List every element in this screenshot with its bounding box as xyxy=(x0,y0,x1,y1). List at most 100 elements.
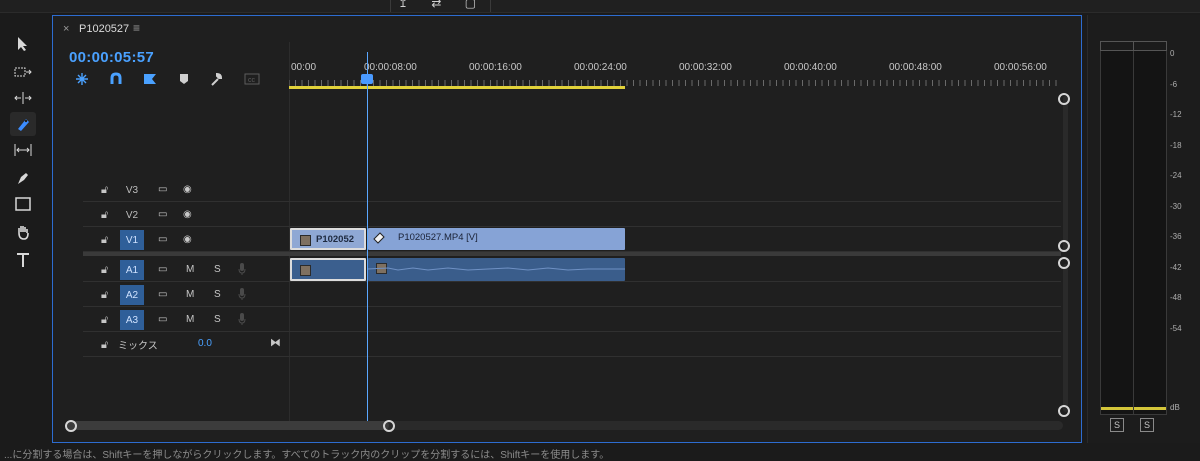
pen-tool-icon[interactable] xyxy=(10,166,36,190)
db-scale-label: -18 xyxy=(1170,140,1182,150)
selection-tool-icon[interactable] xyxy=(10,32,36,56)
track-header-a1: 🔓︎ A1 ▭ M S xyxy=(83,258,289,282)
ruler-tick-label: 00:00 xyxy=(291,62,317,73)
status-hint-text: ...に分割する場合は、Shiftキーを押しながらクリックします。すべてのトラッ… xyxy=(4,450,610,461)
track-name-a2[interactable]: A2 xyxy=(120,285,144,305)
scrollbar-handle[interactable] xyxy=(1058,257,1070,269)
track-header-a3: 🔓︎ A3 ▭ M S xyxy=(83,308,289,332)
horizontal-scroll-thumb[interactable] xyxy=(67,421,389,430)
rectangle-tool-icon[interactable] xyxy=(10,192,36,216)
hand-tool-icon[interactable] xyxy=(10,220,36,244)
linked-selection-icon[interactable] xyxy=(141,72,159,86)
tools-panel xyxy=(0,22,46,442)
mute-button[interactable]: M xyxy=(186,289,194,300)
meter-left xyxy=(1100,41,1134,415)
ruler-tick-label: 00:00:40:00 xyxy=(784,62,837,73)
db-scale-label: -42 xyxy=(1170,262,1182,272)
lock-icon[interactable]: 🔓︎ xyxy=(101,184,108,197)
solo-button[interactable]: S xyxy=(214,264,221,275)
video-vertical-scrollbar[interactable] xyxy=(1063,96,1068,251)
track-name-v1[interactable]: V1 xyxy=(120,230,144,250)
meter-peak-right xyxy=(1133,41,1167,51)
eye-icon[interactable]: ◉ xyxy=(183,209,192,220)
ripple-edit-tool-icon[interactable] xyxy=(10,86,36,110)
track-select-tool-icon[interactable] xyxy=(10,60,36,84)
audio-clip[interactable] xyxy=(368,258,625,281)
microphone-icon[interactable] xyxy=(238,262,246,281)
audio-waveform xyxy=(368,267,625,271)
sync-lock-icon[interactable]: ▭ xyxy=(158,234,167,245)
mute-button[interactable]: M xyxy=(186,314,194,325)
nest-sequence-icon[interactable] xyxy=(73,72,91,86)
track-name-a1[interactable]: A1 xyxy=(120,260,144,280)
eye-icon[interactable]: ◉ xyxy=(183,234,192,245)
scrollbar-handle[interactable] xyxy=(1058,93,1070,105)
meter-level-left xyxy=(1101,407,1133,410)
tab-close-icon[interactable]: × xyxy=(63,23,69,35)
video-clip[interactable]: P1020527.MP4 [V] xyxy=(368,228,625,250)
solo-left-button[interactable]: S xyxy=(1110,418,1124,432)
audio-clip-selected[interactable] xyxy=(290,258,366,281)
db-scale-label: -12 xyxy=(1170,110,1182,119)
track-name-a3[interactable]: A3 xyxy=(120,310,144,330)
top-toolbar-icons[interactable]: ↥ ⇄ ▢ xyxy=(398,0,486,10)
sync-lock-icon[interactable]: ▭ xyxy=(158,184,167,195)
lock-icon[interactable]: 🔓︎ xyxy=(101,339,108,352)
timeline-tab-bar: × P1020527 ≡ xyxy=(53,16,1081,42)
sync-lock-icon[interactable]: ▭ xyxy=(158,289,167,300)
zoom-handle-left[interactable] xyxy=(65,420,77,432)
lock-icon[interactable]: 🔓︎ xyxy=(101,234,108,247)
slip-tool-icon[interactable] xyxy=(10,138,36,162)
video-clip-selected[interactable]: P102052 xyxy=(290,228,366,250)
playhead-line[interactable] xyxy=(367,52,368,424)
audio-vertical-scrollbar[interactable] xyxy=(1063,264,1068,412)
ruler-tick-label: 00:00:08:00 xyxy=(364,62,417,73)
track-name-v3[interactable]: V3 xyxy=(120,180,144,200)
sync-lock-icon[interactable]: ▭ xyxy=(158,209,167,220)
ruler-tick-label: 00:00:24:00 xyxy=(574,62,627,73)
mix-volume-value[interactable]: 0.0 xyxy=(198,338,212,349)
solo-button[interactable]: S xyxy=(214,314,221,325)
captions-icon[interactable]: cc xyxy=(243,72,261,86)
track-header-a2: 🔓︎ A2 ▭ M S xyxy=(83,283,289,307)
sync-lock-icon[interactable]: ▭ xyxy=(158,314,167,325)
scrollbar-handle[interactable] xyxy=(1058,405,1070,417)
microphone-icon[interactable] xyxy=(238,287,246,306)
audio-meters-panel: S S 0 -6 -12 -18 -24 -30 -36 -42 -48 -54 dB xyxy=(1087,15,1200,443)
video-audio-divider[interactable] xyxy=(83,252,1061,256)
mute-button[interactable]: M xyxy=(186,264,194,275)
db-scale-label: -6 xyxy=(1170,79,1178,89)
ruler-tick-label: 00:00:16:00 xyxy=(469,62,522,73)
work-area-bar[interactable] xyxy=(289,86,625,89)
eye-icon[interactable]: ◉ xyxy=(183,184,192,195)
wrench-settings-icon[interactable] xyxy=(207,72,225,86)
microphone-icon[interactable] xyxy=(238,312,246,331)
playhead-timecode[interactable]: 00:00:05:57 xyxy=(69,49,154,66)
mix-pan-icon[interactable]: ⧓ xyxy=(270,336,281,349)
clip-label: P102052 xyxy=(316,234,355,245)
time-ruler[interactable]: 00:00 00:00:08:00 00:00:16:00 00:00:24:00 00… xyxy=(289,42,1061,90)
solo-right-button[interactable]: S xyxy=(1140,418,1154,432)
type-tool-icon[interactable] xyxy=(10,248,36,272)
playhead-handle[interactable] xyxy=(361,74,373,84)
razor-tool-icon[interactable] xyxy=(10,112,36,136)
tab-menu-icon[interactable]: ≡ xyxy=(133,21,140,35)
lock-icon[interactable]: 🔓︎ xyxy=(101,209,108,222)
lock-icon[interactable]: 🔓︎ xyxy=(101,289,108,302)
tab-title[interactable]: P1020527 xyxy=(79,23,129,35)
zoom-handle-right[interactable] xyxy=(383,420,395,432)
db-scale-label: -24 xyxy=(1170,171,1182,180)
lock-icon[interactable]: 🔓︎ xyxy=(101,264,108,277)
track-header-mix: 🔓︎ ミックス 0.0 ⧓ xyxy=(83,333,289,357)
add-marker-icon[interactable] xyxy=(175,72,193,86)
top-divider xyxy=(390,0,391,12)
sync-lock-icon[interactable]: ▭ xyxy=(158,264,167,275)
solo-button[interactable]: S xyxy=(214,289,221,300)
scrollbar-handle[interactable] xyxy=(1058,240,1070,252)
lock-icon[interactable]: 🔓︎ xyxy=(101,314,108,327)
track-name-v2[interactable]: V2 xyxy=(120,205,144,225)
db-scale-label: -36 xyxy=(1170,232,1182,241)
meter-level-right xyxy=(1134,407,1166,410)
fx-badge-icon xyxy=(300,265,311,276)
snap-magnet-icon[interactable] xyxy=(107,72,125,86)
